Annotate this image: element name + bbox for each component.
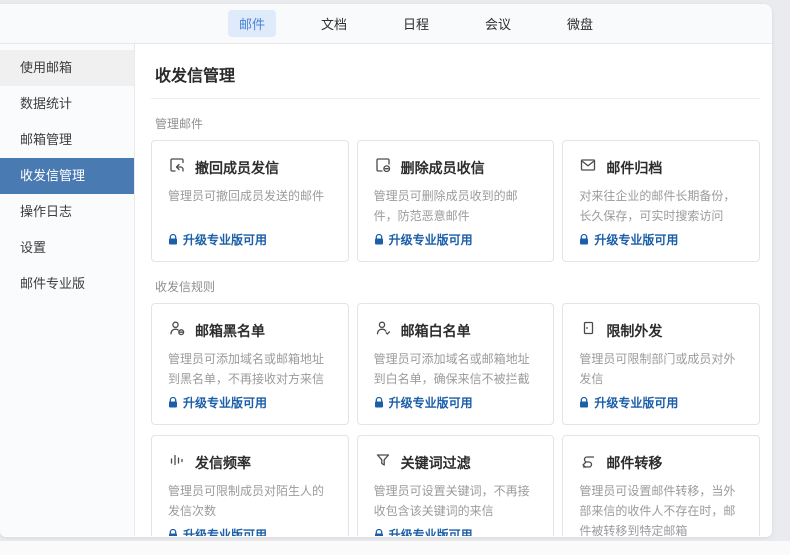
card-recall-member-mail[interactable]: 撤回成员发信 管理员可撤回成员发送的邮件 升级专业版可用: [151, 140, 349, 262]
sidebar-item-send-receive-mgmt[interactable]: 收发信管理: [0, 158, 134, 194]
card-description: 管理员可添加域名或邮箱地址到黑名单，不再接收对方来信: [168, 350, 332, 390]
section-label-manage-mail: 管理邮件: [155, 115, 760, 132]
card-mail-transfer[interactable]: 邮件转移 管理员可设置邮件转移，当外部来信的收件人不存在时，邮件被转移到特定邮箱…: [562, 435, 760, 536]
upgrade-pro-link[interactable]: 升级专业版可用: [579, 231, 743, 248]
transfer-icon: [579, 451, 597, 474]
delete-mail-icon: [374, 156, 392, 179]
main-content: 收发信管理 管理邮件 撤回成员发信 管理员可撤回成员发送的邮件 升级专业版可用: [135, 44, 772, 536]
card-title: 关键词过滤: [401, 453, 471, 473]
card-title: 撤回成员发信: [195, 158, 279, 178]
card-blacklist[interactable]: 邮箱黑名单 管理员可添加域名或邮箱地址到黑名单，不再接收对方来信 升级专业版可用: [151, 303, 349, 425]
bar-chart-icon: [168, 451, 186, 474]
lock-icon: [168, 529, 178, 536]
upgrade-pro-link[interactable]: 升级专业版可用: [168, 231, 332, 248]
person-blacklist-icon: [168, 319, 186, 342]
lock-icon: [579, 397, 589, 408]
lock-icon: [579, 234, 589, 245]
card-description: 管理员可限制部门或成员对外发信: [579, 350, 743, 390]
sidebar-item-settings[interactable]: 设置: [0, 230, 134, 266]
tab-mail[interactable]: 邮件: [228, 10, 276, 37]
card-title: 邮件转移: [606, 453, 662, 473]
card-keyword-filter[interactable]: 关键词过滤 管理员可设置关键词，不再接收包含该关键词的来信 升级专业版可用: [357, 435, 555, 536]
lock-icon: [374, 234, 384, 245]
card-description: 对来往企业的邮件长期备份，长久保存，可实时搜索访问: [579, 187, 743, 227]
card-title: 删除成员收信: [401, 158, 485, 178]
card-title: 限制外发: [606, 321, 662, 341]
recall-mail-icon: [168, 156, 186, 179]
card-send-frequency[interactable]: 发信频率 管理员可限制成员对陌生人的发信次数 升级专业版可用: [151, 435, 349, 536]
card-description: 管理员可添加域名或邮箱地址到白名单，确保来信不被拦截: [374, 350, 538, 390]
manage-mail-card-grid: 撤回成员发信 管理员可撤回成员发送的邮件 升级专业版可用 删除成员收信: [151, 140, 760, 262]
upgrade-pro-link[interactable]: 升级专业版可用: [579, 394, 743, 411]
rules-card-grid: 邮箱黑名单 管理员可添加域名或邮箱地址到黑名单，不再接收对方来信 升级专业版可用…: [151, 303, 760, 536]
sidebar: 使用邮箱 数据统计 邮箱管理 收发信管理 操作日志 设置 邮件专业版: [0, 44, 135, 536]
card-mail-archive[interactable]: 邮件归档 对来往企业的邮件长期备份，长久保存，可实时搜索访问 升级专业版可用: [562, 140, 760, 262]
card-restrict-outbound[interactable]: 限制外发 管理员可限制部门或成员对外发信 升级专业版可用: [562, 303, 760, 425]
card-description: 管理员可限制成员对陌生人的发信次数: [168, 482, 332, 522]
admin-window: 邮件 文档 日程 会议 微盘 使用邮箱 数据统计 邮箱管理 收发信管理 操作日志…: [0, 4, 772, 537]
upgrade-pro-link[interactable]: 升级专业版可用: [374, 526, 538, 536]
tab-meeting[interactable]: 会议: [474, 10, 522, 37]
upgrade-pro-link[interactable]: 升级专业版可用: [374, 394, 538, 411]
tab-drive[interactable]: 微盘: [556, 10, 604, 37]
lock-icon: [374, 529, 384, 536]
upgrade-pro-link[interactable]: 升级专业版可用: [374, 231, 538, 248]
lock-icon: [374, 397, 384, 408]
upgrade-pro-link[interactable]: 升级专业版可用: [168, 526, 332, 536]
sidebar-item-use-mailbox[interactable]: 使用邮箱: [0, 50, 134, 86]
card-whitelist[interactable]: 邮箱白名单 管理员可添加域名或邮箱地址到白名单，确保来信不被拦截 升级专业版可用: [357, 303, 555, 425]
card-delete-member-mail[interactable]: 删除成员收信 管理员可删除成员收到的邮件，防范恶意邮件 升级专业版可用: [357, 140, 555, 262]
section-label-send-receive-rules: 收发信规则: [155, 278, 760, 295]
page-title: 收发信管理: [151, 58, 760, 99]
card-title: 邮箱黑名单: [195, 321, 265, 341]
card-title: 邮件归档: [606, 158, 662, 178]
filter-icon: [374, 451, 392, 474]
door-icon: [579, 319, 597, 342]
tab-docs[interactable]: 文档: [310, 10, 358, 37]
top-navigation: 邮件 文档 日程 会议 微盘: [0, 4, 772, 44]
sidebar-item-mailbox-mgmt[interactable]: 邮箱管理: [0, 122, 134, 158]
lock-icon: [168, 234, 178, 245]
card-description: 管理员可撤回成员发送的邮件: [168, 187, 332, 207]
card-title: 邮箱白名单: [401, 321, 471, 341]
sidebar-item-operation-log[interactable]: 操作日志: [0, 194, 134, 230]
lock-icon: [168, 397, 178, 408]
sidebar-item-mail-pro[interactable]: 邮件专业版: [0, 266, 134, 302]
tab-calendar[interactable]: 日程: [392, 10, 440, 37]
card-title: 发信频率: [195, 453, 251, 473]
person-whitelist-icon: [374, 319, 392, 342]
card-description: 管理员可设置关键词，不再接收包含该关键词的来信: [374, 482, 538, 522]
sidebar-item-statistics[interactable]: 数据统计: [0, 86, 134, 122]
card-description: 管理员可删除成员收到的邮件，防范恶意邮件: [374, 187, 538, 227]
upgrade-pro-link[interactable]: 升级专业版可用: [168, 394, 332, 411]
envelope-icon: [579, 156, 597, 179]
card-description: 管理员可设置邮件转移，当外部来信的收件人不存在时，邮件被转移到特定邮箱: [579, 482, 743, 536]
